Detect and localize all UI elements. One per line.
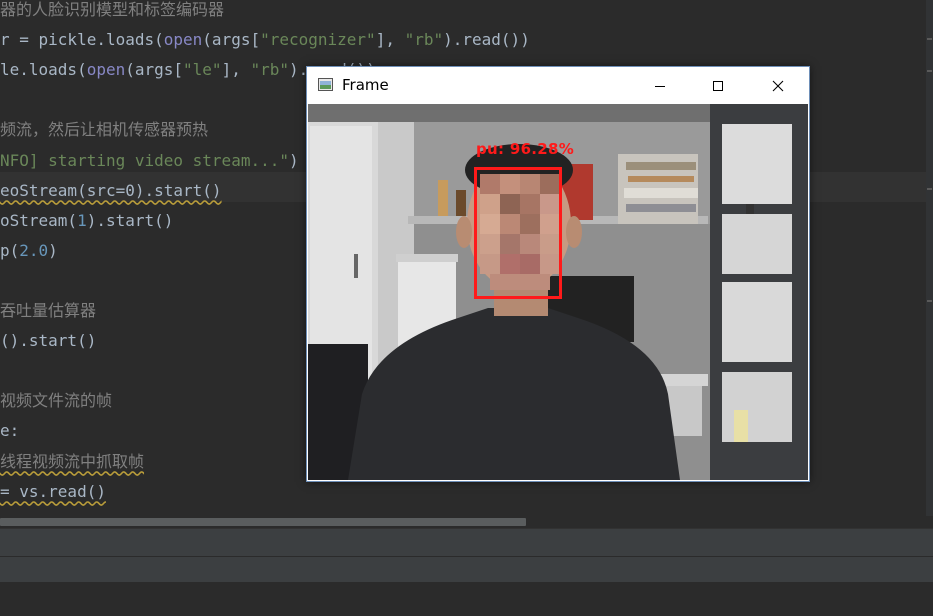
code-token: (args[ — [125, 60, 184, 80]
code-token: ).read()) — [443, 30, 530, 50]
face-recognition-label: pu: 96.28% — [476, 140, 575, 158]
code-line[interactable]: e: — [0, 416, 19, 446]
code-token: 视频文件流的帧 — [0, 391, 113, 411]
code-token: oStream( — [0, 210, 78, 230]
tool-panel-content — [0, 582, 933, 616]
code-token: r = pickle.loads( — [0, 30, 164, 50]
code-line[interactable]: 频流，然后让相机传感器预热 — [0, 115, 208, 145]
gutter-mark — [927, 188, 932, 190]
frame-window[interactable]: Frame pu: 96.28% — [306, 66, 810, 482]
close-icon — [772, 80, 784, 91]
gutter-mark — [927, 300, 932, 302]
code-line[interactable]: NFO] starting video stream...") — [0, 146, 299, 176]
code-token: 线程视频流中抓取帧 — [0, 451, 145, 471]
code-token: "recognizer" — [260, 30, 376, 50]
code-token: p( — [0, 240, 20, 260]
error-stripe — [926, 0, 933, 528]
code-token: e: — [0, 421, 20, 441]
code-line[interactable]: 线程视频流中抓取帧 — [0, 447, 144, 477]
window-title: Frame — [342, 76, 389, 94]
code-token: (args[ — [202, 30, 261, 50]
code-line[interactable]: r = pickle.loads(open(args["recognizer"]… — [0, 25, 530, 55]
code-token: 频流，然后让相机传感器预热 — [0, 120, 209, 140]
code-token: ).start() — [86, 210, 174, 230]
code-token: NFO] starting video stream..." — [0, 150, 289, 170]
code-token: ) — [48, 240, 58, 260]
code-token: 2.0 — [19, 240, 49, 260]
code-token: le.loads( — [0, 60, 87, 80]
horizontal-scrollbar[interactable] — [0, 516, 933, 528]
code-token: ], — [221, 60, 251, 80]
code-line[interactable]: p(2.0) — [0, 236, 58, 266]
window-titlebar[interactable]: Frame — [307, 67, 809, 104]
code-token: open — [86, 60, 126, 80]
code-line[interactable]: eoStream(src=0).start() — [0, 176, 222, 206]
code-token: "rb" — [250, 60, 289, 80]
code-token: "rb" — [404, 30, 444, 50]
code-token: 器的人脸识别模型和标签编码器 — [0, 0, 225, 19]
tool-panel — [0, 528, 933, 556]
code-line[interactable]: 视频文件流的帧 — [0, 386, 112, 416]
code-token: ().start() — [0, 331, 97, 351]
gutter-mark — [927, 38, 932, 40]
code-token: "le" — [183, 60, 222, 80]
code-token: ], — [375, 30, 405, 50]
code-line[interactable]: = vs.read() — [0, 477, 106, 507]
face-bounding-box — [474, 167, 562, 299]
code-line[interactable]: oStream(1).start() — [0, 206, 173, 236]
code-line[interactable]: ().start() — [0, 326, 96, 356]
code-token: eoStream(src=0).start() — [0, 180, 222, 200]
maximize-icon — [713, 80, 723, 91]
opencv-window-icon — [318, 78, 333, 91]
code-line[interactable]: 吞吐量估算器 — [0, 296, 96, 326]
code-token: 1 — [77, 210, 87, 230]
code-token: 吞吐量估算器 — [0, 301, 97, 320]
tool-panel-toolbar — [0, 556, 933, 583]
video-frame: pu: 96.28% — [308, 104, 808, 480]
minimize-icon — [655, 85, 665, 87]
code-token: open — [163, 30, 203, 50]
code-token: = vs.read() — [0, 481, 106, 501]
close-button[interactable] — [755, 67, 801, 104]
maximize-button[interactable] — [695, 67, 741, 104]
gutter-mark — [927, 70, 932, 72]
code-token: ) — [288, 150, 299, 170]
minimize-button[interactable] — [637, 67, 683, 104]
code-line[interactable]: 器的人脸识别模型和标签编码器 — [0, 0, 224, 25]
horizontal-scrollbar-thumb[interactable] — [0, 518, 526, 526]
